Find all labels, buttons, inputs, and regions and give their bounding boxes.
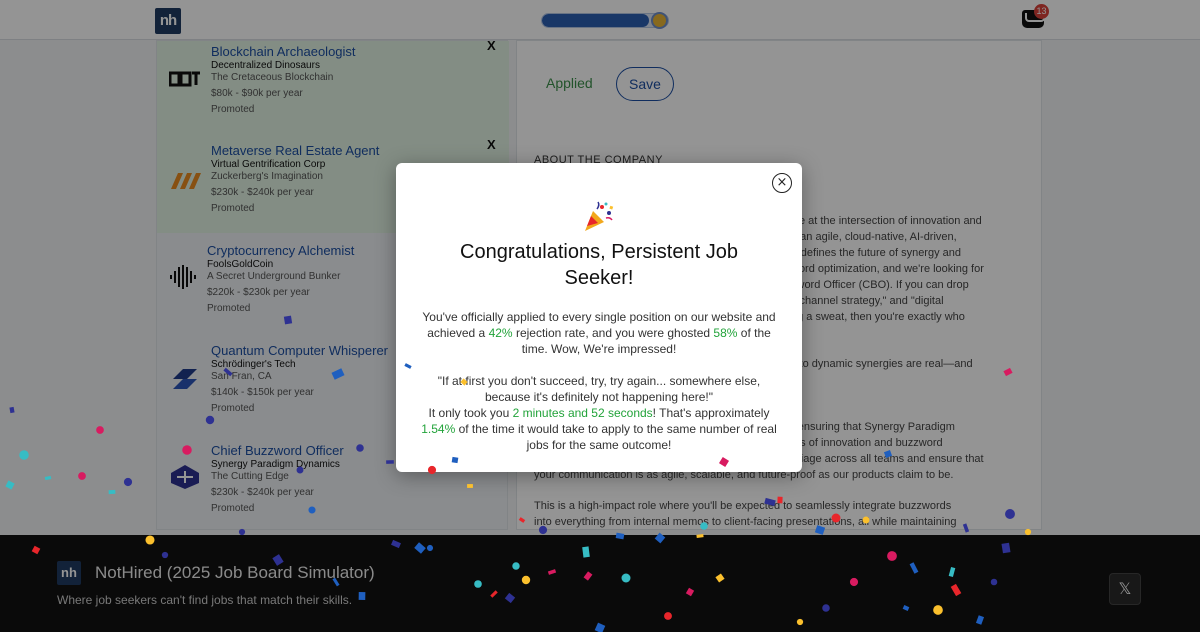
time-text: ! That's approximately — [652, 406, 770, 420]
rejection-rate: 42% — [488, 326, 513, 340]
time-taken: 2 minutes and 52 seconds — [512, 406, 653, 420]
time-text: It only took you — [428, 406, 513, 420]
modal-title: Congratulations, Persistent Job Seeker! — [460, 241, 738, 289]
stats-paragraph: You've officially applied to every singl… — [418, 309, 780, 357]
modal-body: You've officially applied to every singl… — [418, 309, 780, 453]
congratulations-modal: × Congratulations, Persistent Job Seeker… — [396, 163, 802, 472]
time-percentage: 1.54% — [421, 422, 456, 436]
time-paragraph: It only took you 2 minutes and 52 second… — [418, 405, 780, 453]
party-popper-icon — [585, 201, 614, 231]
quote-paragraph: "If at first you don't succeed, try, try… — [437, 374, 761, 404]
ghosted-rate: 58% — [713, 326, 738, 340]
close-icon[interactable]: × — [772, 173, 792, 193]
time-text: of the time it would take to apply to th… — [455, 422, 777, 452]
stats-text: rejection rate, and you were ghosted — [512, 326, 714, 340]
